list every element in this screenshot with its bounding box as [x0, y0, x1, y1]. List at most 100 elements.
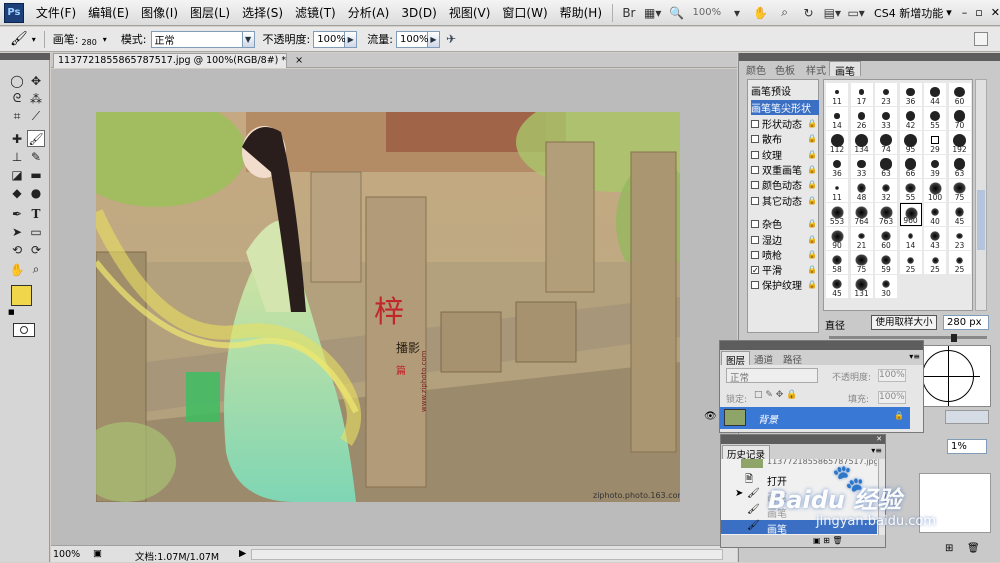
brush-tip-cell[interactable]: 11	[826, 179, 848, 202]
brush-tip-cell[interactable]: 75	[948, 179, 971, 202]
default-colors-icon[interactable]: ■	[8, 308, 17, 317]
brush-tip-cell[interactable]: 36	[826, 155, 848, 178]
brush-tip-cell[interactable]: 66	[899, 155, 922, 178]
layer-opacity-value[interactable]: 100%	[878, 369, 906, 382]
brush-option-checkbox[interactable]	[751, 235, 759, 244]
menu-analysis[interactable]: 分析(A)	[342, 4, 396, 21]
lock-icon[interactable]: 🔒	[807, 280, 817, 289]
brush-tip-cell[interactable]: 74	[875, 131, 897, 154]
lock-icon[interactable]: 🔒	[807, 134, 817, 143]
menu-view[interactable]: 视图(V)	[443, 4, 497, 21]
brush-option-checkbox[interactable]	[751, 134, 759, 143]
lock-icon[interactable]: 🔒	[807, 165, 817, 174]
tab-brushes[interactable]: 画笔	[829, 61, 861, 78]
brush-option-11[interactable]: 保护纹理 🔒	[751, 277, 819, 292]
brush-tip-cell[interactable]: 764	[850, 203, 873, 226]
layers-panel-menu-icon[interactable]: ▾≡	[909, 352, 920, 361]
brush-tip-cell[interactable]: 45	[826, 275, 848, 298]
brush-option-5[interactable]: 颜色动态 🔒	[751, 177, 819, 192]
brush-tip-cell[interactable]: 70	[948, 107, 971, 130]
brush-option-checkbox[interactable]	[751, 280, 759, 289]
brush-tip-cell[interactable]: 42	[899, 107, 922, 130]
history-state-arrow-icon[interactable]: ➤	[735, 488, 743, 499]
status-zoom[interactable]: 100%	[53, 549, 80, 560]
eyedropper-icon[interactable]: ⟋	[27, 108, 45, 125]
tab-color[interactable]: 颜色	[741, 61, 771, 77]
menu-layer[interactable]: 图层(L)	[184, 4, 236, 21]
status-menu-icon[interactable]: ▶	[239, 548, 246, 559]
quick-mask-icon[interactable]	[13, 323, 35, 337]
brush-tip-cell[interactable]: 21	[850, 227, 873, 250]
zoom-icon[interactable]: 🔍	[667, 4, 687, 22]
opacity-slider-icon[interactable]: ▶	[345, 30, 358, 48]
zoom-dropdown-icon[interactable]: ▾	[727, 4, 747, 22]
brush-tip-cell[interactable]: 11	[826, 83, 848, 106]
history-menu-icon[interactable]: ▾≡	[871, 446, 882, 455]
lock-icon[interactable]: 🔒	[807, 196, 817, 205]
brush-tip-cell[interactable]: 45	[948, 203, 971, 226]
history-brush-icon[interactable]: ✎	[27, 148, 45, 165]
spacing-input[interactable]: 1%	[947, 439, 987, 454]
brush-tip-cell[interactable]: 39	[924, 155, 946, 178]
healing-brush-icon[interactable]: ✚	[8, 130, 26, 147]
mode-dropdown-icon[interactable]: ▼	[242, 30, 255, 48]
flow-slider-icon[interactable]: ▶	[427, 30, 440, 48]
dodge-tool-icon[interactable]: ●	[27, 184, 45, 201]
arrange-documents-icon[interactable]: ▤▾	[822, 4, 842, 22]
brush-tip-cell[interactable]: 14	[899, 227, 922, 250]
brush-roundness-field[interactable]	[945, 410, 989, 424]
move-tool-icon[interactable]: ✥	[27, 72, 45, 89]
new-brush-icon[interactable]: ⊞	[945, 543, 953, 554]
menu-file[interactable]: 文件(F)	[30, 4, 82, 21]
diameter-input[interactable]: 280 px	[943, 315, 989, 330]
lasso-tool-icon[interactable]: ᘓ	[8, 90, 26, 107]
brush-option-10[interactable]: ✓ 平滑 🔒	[751, 262, 819, 277]
brush-option-checkbox[interactable]	[751, 119, 759, 128]
brush-tool-icon[interactable]: 🖌	[27, 130, 45, 147]
view-extras-icon[interactable]: ▦▾	[643, 4, 663, 22]
brush-tip-cell[interactable]: 63	[875, 155, 897, 178]
brush-tip-cell[interactable]: 60	[875, 227, 897, 250]
menu-3d[interactable]: 3D(D)	[395, 6, 442, 20]
brush-tip-cell[interactable]: 55	[924, 107, 946, 130]
close-icon[interactable]: ✕	[991, 6, 1000, 19]
mode-select[interactable]: 正常 ▼	[150, 30, 255, 48]
airbrush-icon[interactable]: ✈	[446, 32, 456, 46]
brush-tip-cell[interactable]: 192	[948, 131, 971, 154]
opacity-input[interactable]: 100%	[313, 30, 346, 48]
tab-swatches[interactable]: 色板	[770, 61, 800, 77]
path-selection-icon[interactable]: ➤	[8, 223, 26, 240]
delete-brush-icon[interactable]: 🗑	[967, 543, 980, 554]
lock-icon[interactable]: 🔒	[807, 119, 817, 128]
brush-picker-dropdown-icon[interactable]: ▾	[103, 35, 107, 44]
brush-tip-cell[interactable]: 32	[875, 179, 897, 202]
clone-stamp-icon[interactable]: ⊥	[8, 148, 26, 165]
brush-tip-cell[interactable]: 58	[826, 251, 848, 274]
brush-tip-cell[interactable]: 553	[826, 203, 848, 226]
brush-presets-button[interactable]: 画笔预设	[751, 83, 791, 98]
screen-mode-icon[interactable]: ▭▾	[846, 4, 866, 22]
brush-option-8[interactable]: 湿边 🔒	[751, 232, 819, 247]
fill-value[interactable]: 100%	[878, 391, 906, 404]
brush-tip-cell[interactable]: 48	[850, 179, 873, 202]
shape-tool-icon[interactable]: ▭	[27, 223, 45, 240]
brush-tip-cell[interactable]: 33	[850, 155, 873, 178]
brush-tip-cell[interactable]: 23	[948, 227, 971, 250]
diameter-slider[interactable]	[829, 336, 987, 339]
brush-tip-cell[interactable]: 60	[948, 83, 971, 106]
brush-tip-cell[interactable]: 23	[875, 83, 897, 106]
eraser-icon[interactable]: ◪	[8, 166, 26, 183]
brush-option-4[interactable]: 双重画笔 🔒	[751, 162, 819, 177]
menu-filter[interactable]: 滤镜(T)	[289, 4, 342, 21]
brush-tip-cell[interactable]: 14	[826, 107, 848, 130]
brush-tip-cell[interactable]: 59	[875, 251, 897, 274]
brush-picker[interactable]: 280 ▾	[82, 32, 107, 47]
brush-tip-cell[interactable]: 55	[899, 179, 922, 202]
tab-styles[interactable]: 样式	[801, 61, 831, 77]
brush-tip-cell[interactable]: 25	[948, 251, 971, 274]
zoom-tool-icon[interactable]: ⌕	[775, 4, 795, 22]
menu-window[interactable]: 窗口(W)	[496, 4, 553, 21]
brush-option-1[interactable]: 形状动态 🔒	[751, 116, 819, 131]
brush-tip-cell[interactable]: 100	[924, 179, 946, 202]
brush-tip-cell[interactable]: 43	[924, 227, 946, 250]
